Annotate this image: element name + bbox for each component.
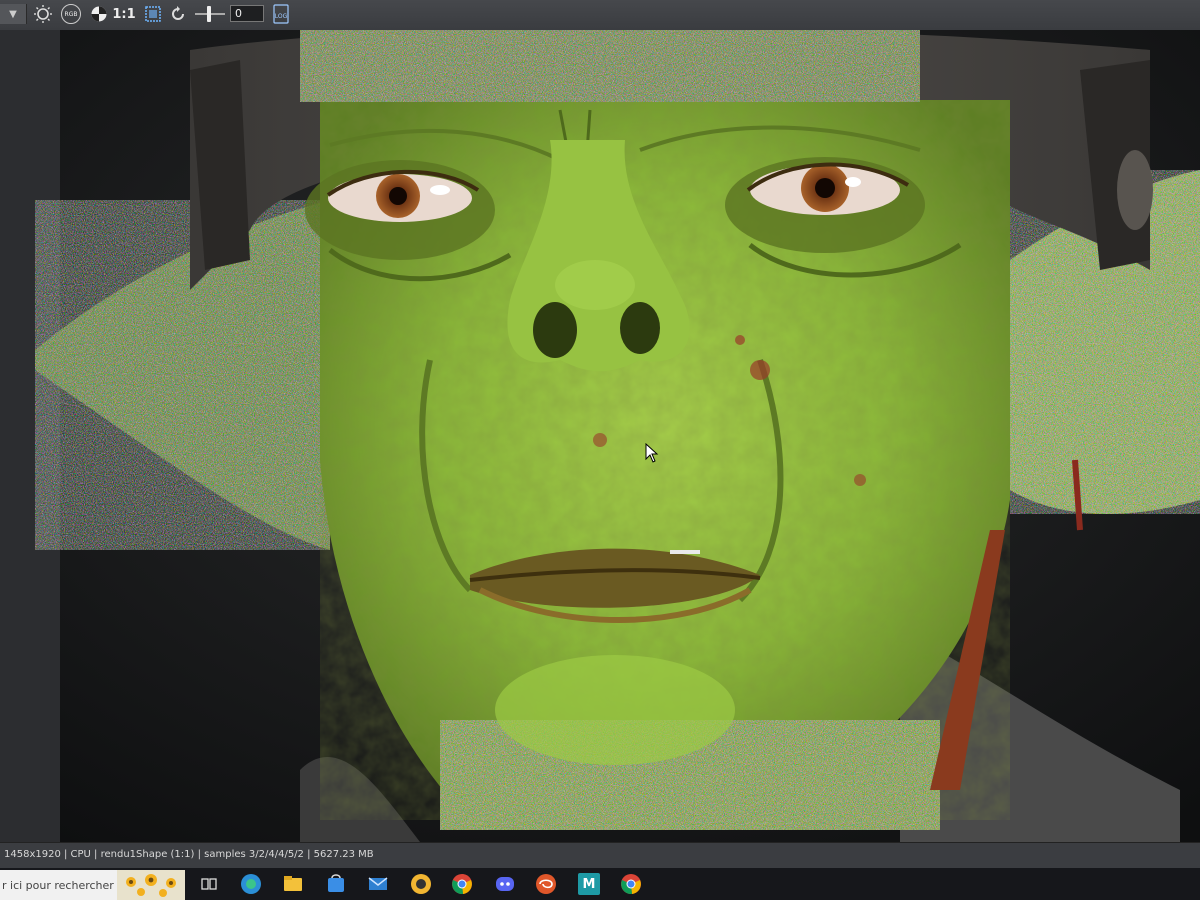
search-placeholder: r ici pour rechercher: [2, 878, 114, 892]
rgb-label: RGB: [61, 4, 81, 24]
task-view-icon[interactable]: [198, 873, 220, 895]
render-region-icon[interactable]: [143, 4, 163, 24]
edge-icon[interactable]: [240, 873, 262, 895]
render-status-text: 1458x1920 | CPU | rendu1Shape (1:1) | sa…: [4, 849, 374, 860]
chrome-icon[interactable]: [451, 873, 473, 895]
log-toggle-icon[interactable]: LOG: [270, 4, 292, 24]
store-icon[interactable]: [325, 873, 347, 895]
rendered-goblin-image: [0, 30, 1200, 842]
mouse-cursor-icon: [645, 443, 659, 463]
exposure-slider[interactable]: [195, 4, 225, 24]
maya-label: M: [582, 876, 596, 892]
sun-exposure-icon[interactable]: [32, 4, 54, 24]
rgb-channel-button[interactable]: RGB: [60, 4, 82, 24]
windows-taskbar: r ici pour rechercher M: [0, 868, 1200, 900]
one-to-one-zoom-button[interactable]: 1:1: [112, 4, 136, 24]
exposure-value-field[interactable]: 0: [230, 5, 264, 22]
houdini-icon[interactable]: [535, 873, 557, 895]
render-status-bar: 1458x1920 | CPU | rendu1Shape (1:1) | sa…: [0, 842, 1200, 868]
file-explorer-icon[interactable]: [282, 873, 304, 895]
app-icon[interactable]: [410, 873, 432, 895]
channel-display-icon[interactable]: [89, 4, 109, 24]
refresh-icon[interactable]: [168, 4, 188, 24]
chevron-down-icon[interactable]: ▼: [0, 4, 27, 24]
chrome-profile-icon[interactable]: [620, 873, 642, 895]
maya-icon[interactable]: M: [578, 873, 600, 895]
render-view-toolbar: ▼ RGB 1:1 0 LOG: [0, 0, 1200, 31]
taskbar-search-input[interactable]: r ici pour rechercher: [0, 870, 185, 900]
render-viewport[interactable]: [0, 30, 1200, 842]
discord-icon[interactable]: [494, 873, 516, 895]
mail-icon[interactable]: [367, 873, 389, 895]
log-label: LOG: [275, 13, 288, 20]
flower-decoration-icon: [117, 870, 185, 900]
